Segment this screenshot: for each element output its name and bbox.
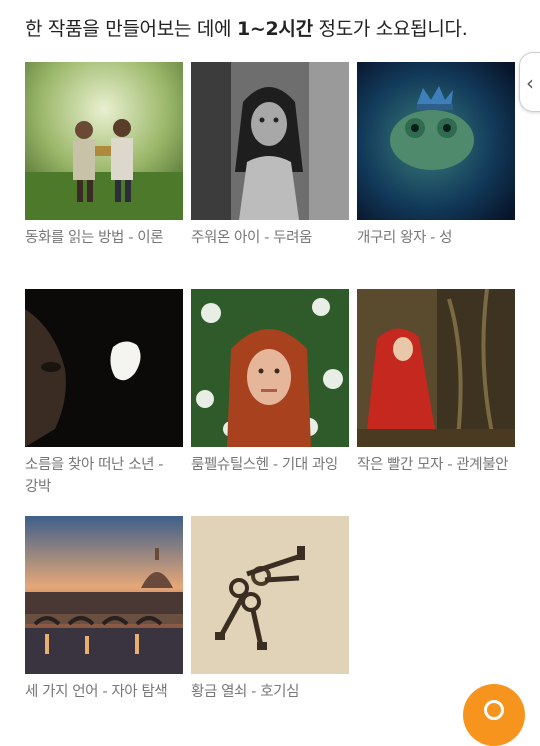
book-thumbnail[interactable] (191, 289, 349, 447)
book-title[interactable]: 세 가지 언어 - 자아 탐색 (25, 681, 183, 703)
title-text-before: 한 작품을 만들어보는 데에 (25, 18, 237, 40)
duration-text: 1~2시간 (236, 18, 313, 40)
woman-with-flowers-image (191, 289, 349, 447)
book-thumbnail[interactable] (357, 289, 515, 447)
book-title[interactable]: 주워온 아이 - 두려움 (191, 227, 349, 249)
rome-at-dusk-image (25, 516, 183, 674)
help-icon (484, 700, 504, 720)
girl-portrait-image (191, 62, 349, 220)
book-card[interactable]: 작은 빨간 모자 - 관계불안 (357, 289, 515, 476)
help-button[interactable] (463, 684, 525, 746)
side-panel-toggle[interactable]: ‹ (519, 52, 540, 112)
book-card[interactable]: 소름을 찾아 떠난 소년 - 강박 (25, 289, 183, 498)
face-in-dark-image (25, 289, 183, 447)
book-card[interactable]: 세 가지 언어 - 자아 탐색 (25, 516, 183, 703)
book-title[interactable]: 황금 열쇠 - 호기심 (191, 681, 349, 703)
book-card[interactable]: 동화를 읽는 방법 - 이론 (25, 62, 183, 249)
book-card[interactable]: 개구리 왕자 - 성 (357, 62, 515, 249)
page-title: 한 작품을 만들어보는 데에 1~2시간 정도가 소요됩니다. (25, 14, 468, 41)
frog-prince-image (357, 62, 515, 220)
book-title[interactable]: 룸펠슈틸스헨 - 기대 과잉 (191, 454, 349, 476)
book-thumbnail[interactable] (25, 289, 183, 447)
red-riding-hood-image (357, 289, 515, 447)
book-title[interactable]: 개구리 왕자 - 성 (357, 227, 515, 249)
children-reading-image (25, 62, 183, 220)
book-thumbnail[interactable] (25, 62, 183, 220)
book-title[interactable]: 작은 빨간 모자 - 관계불안 (357, 454, 515, 476)
book-thumbnail[interactable] (191, 516, 349, 674)
book-thumbnail[interactable] (357, 62, 515, 220)
book-card[interactable]: 황금 열쇠 - 호기심 (191, 516, 349, 703)
chevron-left-icon: ‹ (526, 71, 534, 95)
book-title[interactable]: 동화를 읽는 방법 - 이론 (25, 227, 183, 249)
book-thumbnail[interactable] (191, 62, 349, 220)
book-card[interactable]: 주워온 아이 - 두려움 (191, 62, 349, 249)
book-title[interactable]: 소름을 찾아 떠난 소년 - 강박 (25, 454, 183, 498)
title-text-after: 정도가 소요됩니다. (312, 18, 468, 40)
book-thumbnail[interactable] (25, 516, 183, 674)
book-card[interactable]: 룸펠슈틸스헨 - 기대 과잉 (191, 289, 349, 476)
golden-keys-image (191, 516, 349, 674)
